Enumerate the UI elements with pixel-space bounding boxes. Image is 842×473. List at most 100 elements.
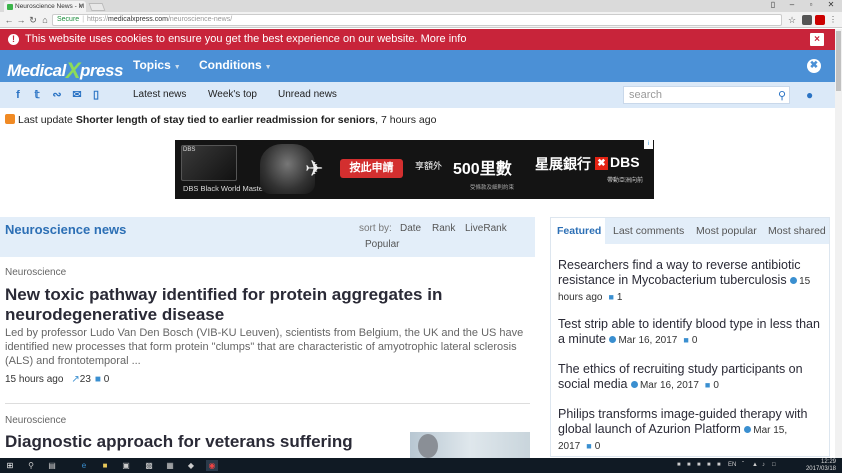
browser-menu-icon[interactable]: ⋮ [828, 15, 838, 25]
ad-apply-button[interactable]: 按此申請 [340, 159, 403, 178]
tray-app-icon[interactable]: ■ [677, 462, 681, 468]
address-bar[interactable]: Secure | https://medicalxpress.com/neurosc… [52, 14, 782, 26]
file-explorer-icon[interactable]: ■ [99, 460, 111, 471]
article-title[interactable]: New toxic pathway identified for protein… [5, 285, 505, 325]
tab-last-comments[interactable]: Last comments [613, 225, 684, 237]
chrome-icon[interactable]: ◉ [206, 460, 218, 471]
featured-item[interactable]: The ethics of recruiting study participa… [558, 362, 826, 393]
science-x-network-icon[interactable]: ✖ [807, 59, 821, 73]
windows-start-icon[interactable]: ⊞ [4, 460, 16, 471]
page-scrollbar[interactable] [835, 29, 842, 458]
ad-miles-text: 500里數 [453, 161, 512, 178]
update-headline-link[interactable]: Shorter length of stay tied to earlier r… [76, 114, 375, 126]
sort-popular[interactable]: Popular [365, 239, 399, 250]
edge-icon[interactable]: e [78, 460, 90, 471]
tray-app-icon[interactable]: ■ [717, 462, 721, 468]
link-unread-news[interactable]: Unread news [278, 89, 337, 100]
store-icon[interactable]: ▣ [120, 460, 132, 471]
link-latest-news[interactable]: Latest news [133, 89, 186, 100]
airplane-icon: ✈ [305, 156, 324, 181]
task-view-icon[interactable]: ▤ [46, 460, 58, 471]
secure-lock-label: Secure [57, 16, 80, 23]
browser-tab[interactable]: Neuroscience News - M × [4, 1, 86, 12]
advertisement-banner[interactable]: DBS DBS Black World MasterCard® ✈ 按此申請 享… [175, 140, 654, 199]
cookie-close-button[interactable]: × [810, 33, 824, 46]
forward-icon[interactable]: → [15, 13, 27, 27]
browser-toolbar: ← → ↻ ⌂ Secure | https://medicalxpress.com… [0, 12, 842, 28]
search-icon[interactable]: ⚲ [25, 460, 37, 471]
language-indicator[interactable]: EN [728, 462, 736, 468]
app-icon[interactable]: ▩ [143, 460, 155, 471]
rank-icon [609, 336, 617, 343]
chevron-up-icon[interactable]: ˆ [742, 462, 744, 468]
comment-icon: ■ [608, 292, 614, 302]
adblock-extension-icon[interactable] [815, 15, 825, 25]
featured-comments: 0 [713, 380, 719, 391]
scrollbar-thumb[interactable] [836, 31, 841, 91]
menu-topics[interactable]: Topics ▼ [133, 58, 181, 72]
rss-icon [5, 114, 15, 124]
ad-bank-name: 星展銀行 [535, 156, 591, 172]
dbs-logo: ✖ DBS [595, 154, 640, 170]
twitter-icon[interactable]: 𝕥 [30, 88, 44, 102]
new-tab-button[interactable] [88, 3, 106, 11]
email-icon[interactable]: ✉ [70, 88, 84, 102]
chevron-down-icon: ▼ [264, 64, 272, 71]
user-profile-icon[interactable]: ▯ [766, 0, 780, 10]
article-title[interactable]: Diagnostic approach for veterans sufferi… [5, 432, 405, 452]
ime-icon[interactable]: □ [772, 462, 776, 468]
reload-icon[interactable]: ↻ [27, 13, 39, 27]
featured-comments: 1 [616, 292, 623, 303]
tab-most-popular[interactable]: Most popular [696, 225, 757, 237]
featured-item[interactable]: Philips transforms image-guided therapy … [558, 407, 826, 454]
featured-item[interactable]: Test strip able to identify blood type i… [558, 317, 826, 348]
featured-title[interactable]: Researchers find a way to reverse antibi… [558, 258, 800, 287]
tray-app-icon[interactable]: ■ [707, 462, 711, 468]
menu-conditions[interactable]: Conditions ▼ [199, 58, 272, 72]
home-icon[interactable]: ⌂ [39, 13, 51, 27]
bookmark-star-icon[interactable]: ☆ [786, 13, 798, 27]
site-logo[interactable]: MedicalXpress [7, 56, 123, 83]
article-category[interactable]: Neuroscience [5, 415, 66, 426]
sort-date[interactable]: Date [400, 223, 421, 234]
featured-item[interactable]: Researchers find a way to reverse antibi… [558, 258, 826, 305]
sort-rank[interactable]: Rank [432, 223, 455, 234]
alert-icon: ! [8, 34, 19, 45]
chevron-down-icon: ▼ [173, 64, 181, 71]
link-weeks-top[interactable]: Week's top [208, 89, 257, 100]
tab-most-shared[interactable]: Most shared [768, 225, 826, 237]
app-icon[interactable]: ◆ [185, 460, 197, 471]
extension-icon[interactable] [802, 15, 812, 25]
tray-app-icon[interactable]: ■ [697, 462, 701, 468]
dbs-x-icon: ✖ [595, 157, 608, 170]
tab-close-icon[interactable]: × [79, 1, 83, 12]
search-input[interactable]: search ⚲ [623, 86, 790, 104]
rss-icon[interactable]: ∾ [50, 88, 64, 102]
sort-liverank[interactable]: LiveRank [465, 223, 507, 234]
network-icon[interactable]: ▲ [752, 462, 758, 468]
tab-featured[interactable]: Featured [557, 225, 601, 237]
calculator-icon[interactable]: ▦ [164, 460, 176, 471]
minimize-icon[interactable]: – [785, 0, 799, 10]
search-icon[interactable]: ⚲ [778, 88, 786, 104]
clock[interactable]: 12:29 2017/03/18 [806, 459, 836, 472]
adchoices-icon[interactable]: i [644, 140, 653, 149]
ad-fine-print: 受條款及細則約束 [470, 185, 515, 191]
url-path: /neuroscience-news/ [167, 16, 233, 23]
window-close-icon[interactable]: ✕ [824, 0, 838, 10]
maximize-icon[interactable]: ▫ [804, 0, 818, 10]
cookie-message[interactable]: This website uses cookies to ensure you … [25, 33, 466, 45]
back-icon[interactable]: ← [3, 13, 15, 27]
dbs-logo-text: DBS [610, 154, 640, 170]
article-category[interactable]: Neuroscience [5, 267, 66, 278]
user-icon[interactable]: ● [806, 88, 813, 102]
cookie-notice-bar: ! This website uses cookies to ensure yo… [0, 29, 835, 50]
article-thumbnail[interactable] [410, 432, 530, 458]
volume-icon[interactable]: ♪ [762, 462, 765, 468]
facebook-icon[interactable]: f [11, 88, 25, 102]
mobile-icon[interactable]: ▯ [89, 88, 103, 102]
tray-app-icon[interactable]: ■ [687, 462, 691, 468]
tab-title: Neuroscience News - M [15, 3, 84, 10]
logo-text-right: press [80, 61, 123, 80]
update-time: , 7 hours ago [375, 114, 437, 126]
